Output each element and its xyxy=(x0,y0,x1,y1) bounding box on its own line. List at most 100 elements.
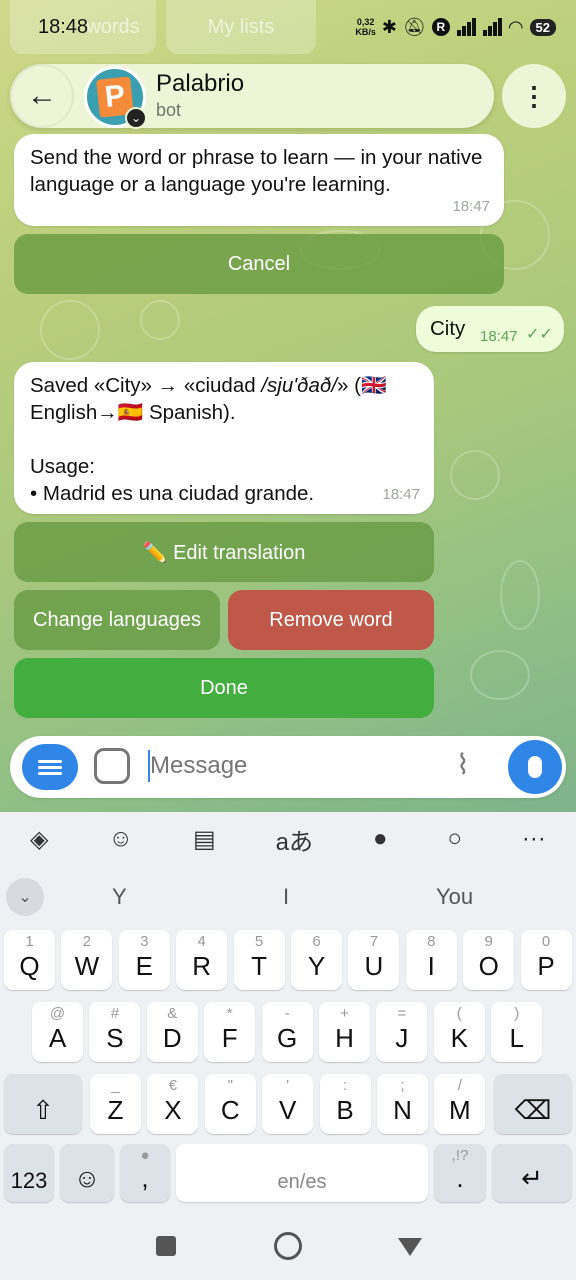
doodle xyxy=(40,300,100,360)
keyboard-mic-icon[interactable]: ● xyxy=(373,825,388,853)
usage-label: Usage: xyxy=(30,455,95,478)
key-label: O xyxy=(478,951,499,981)
back-button[interactable]: ← xyxy=(10,64,74,128)
enter-key[interactable]: ↵ xyxy=(492,1144,572,1202)
key-label: Q xyxy=(19,951,40,981)
key-alt-label: # xyxy=(110,1005,120,1022)
letter-key[interactable]: 4R xyxy=(176,930,228,990)
period-key[interactable]: ,!?. xyxy=(434,1144,486,1202)
translate-icon[interactable]: aあ xyxy=(276,822,313,857)
key-label: M xyxy=(449,1095,471,1125)
change-languages-button[interactable]: Change languages xyxy=(14,590,220,650)
backspace-key[interactable]: ⌫ xyxy=(494,1074,572,1134)
letter-key[interactable]: " C xyxy=(204,1074,256,1134)
key-alt-label: ( xyxy=(456,1005,462,1022)
letter-key[interactable]: (K xyxy=(433,1002,485,1062)
bot-menu-button[interactable] xyxy=(22,744,78,790)
collapse-suggestions-icon[interactable]: ⌄ xyxy=(6,878,44,916)
message-input[interactable] xyxy=(150,748,440,784)
remove-word-button[interactable]: Remove word xyxy=(228,590,434,650)
avatar[interactable]: P ⌄ xyxy=(84,66,147,129)
comma-key[interactable]: ●, xyxy=(120,1144,170,1202)
enter-icon: ↵ xyxy=(521,1163,543,1193)
key-alt-label: * xyxy=(226,1005,233,1022)
letter-key[interactable]: -G xyxy=(261,1002,313,1062)
recents-button[interactable] xyxy=(156,1236,176,1256)
message-text: Saved «City» → «ciudad xyxy=(30,374,262,397)
suggestion[interactable]: Y xyxy=(112,884,127,910)
suggestion[interactable]: I xyxy=(283,884,289,910)
sticker-icon[interactable] xyxy=(94,748,130,784)
back-arrow-icon: ← xyxy=(27,79,57,112)
sticker-sparkle-icon[interactable]: ☺ xyxy=(108,825,133,853)
letter-key[interactable]: 3E xyxy=(118,930,170,990)
key-label: C xyxy=(220,1095,240,1125)
message-bubble-incoming[interactable]: Saved «City» → «ciudad /sju'ðað/» (🇬🇧 En… xyxy=(14,362,434,514)
bot-subtitle: bot xyxy=(156,100,182,120)
key-alt-label: 2 xyxy=(82,933,92,950)
letter-key[interactable]: @ A xyxy=(32,1002,83,1062)
letter-key[interactable]: # S xyxy=(89,1002,141,1062)
key-alt-label: - xyxy=(284,1005,290,1022)
period-key-label: . xyxy=(456,1163,464,1193)
letter-key[interactable]: * F xyxy=(204,1002,256,1062)
battery-level: 52 xyxy=(529,18,556,36)
space-key-label: en/es xyxy=(277,1171,327,1193)
key-alt-label: @ xyxy=(49,1005,66,1022)
key-alt-label: = xyxy=(397,1005,407,1022)
doodle xyxy=(470,650,530,700)
letter-key[interactable]: € X xyxy=(147,1074,199,1134)
key-label: Y xyxy=(307,951,326,981)
letter-key[interactable]: :B xyxy=(319,1074,371,1134)
chevron-down-icon: ⌄ xyxy=(125,107,147,129)
attach-icon[interactable]: ⌇ xyxy=(456,748,470,781)
letter-key[interactable]: 6Y xyxy=(291,930,342,990)
space-key[interactable]: en/es xyxy=(176,1144,428,1202)
letter-key[interactable]: = J xyxy=(376,1002,428,1062)
done-button[interactable]: Done xyxy=(14,658,434,718)
more-icon[interactable]: ··· xyxy=(522,825,546,853)
key-alt-label: " xyxy=(227,1077,233,1094)
chat-header[interactable] xyxy=(10,64,494,128)
suggestion[interactable]: You xyxy=(436,884,473,910)
letter-key[interactable]: 2W xyxy=(61,930,113,990)
doodle xyxy=(140,300,180,340)
letter-key[interactable]: ' V xyxy=(262,1074,314,1134)
letter-key[interactable]: 1Q xyxy=(4,930,55,990)
key-alt-label: / xyxy=(457,1077,462,1094)
emoji-key[interactable]: ☺ xyxy=(60,1144,114,1202)
home-button[interactable] xyxy=(274,1232,302,1260)
letter-key[interactable]: / M xyxy=(434,1074,486,1134)
back-nav-button[interactable] xyxy=(398,1238,422,1256)
message-time: 18:47 xyxy=(382,486,420,503)
shift-key[interactable]: ⇧ xyxy=(4,1074,82,1134)
more-menu-button[interactable]: ⋮ xyxy=(502,64,566,128)
letter-key[interactable]: 8I xyxy=(405,930,457,990)
letter-key[interactable]: 7U xyxy=(348,930,400,990)
letter-key[interactable]: 0P xyxy=(520,930,572,990)
message-text: » (🇬🇧 xyxy=(337,374,387,397)
cancel-button[interactable]: Cancel xyxy=(14,234,504,294)
clipboard-icon[interactable]: ▤ xyxy=(193,825,216,854)
keyboard-search-icon[interactable]: ○ xyxy=(447,825,462,853)
copilot-icon[interactable]: ◈ xyxy=(30,825,48,854)
letter-key[interactable]: + H xyxy=(319,1002,370,1062)
wifi-icon: ◠ xyxy=(507,16,524,37)
key-alt-label: 4 xyxy=(197,933,206,950)
message-bubble-incoming[interactable]: Send the word or phrase to learn — in yo… xyxy=(14,134,504,226)
letter-key[interactable]: 5T xyxy=(233,930,285,990)
voice-record-button[interactable] xyxy=(508,740,562,794)
letter-key[interactable]: ) L xyxy=(491,1002,543,1062)
letter-key[interactable]: 9O xyxy=(463,930,515,990)
letter-key[interactable]: & D xyxy=(146,1002,198,1062)
edit-translation-button[interactable]: ✏️ Edit translation xyxy=(14,522,434,582)
numbers-key[interactable]: 123 xyxy=(4,1144,54,1202)
letter-key[interactable]: ; N xyxy=(377,1074,428,1134)
letter-key[interactable]: _ Z xyxy=(90,1074,141,1134)
key-label: R xyxy=(192,951,212,981)
mic-small-icon: ● xyxy=(140,1147,150,1164)
backspace-icon: ⌫ xyxy=(514,1095,552,1125)
message-bubble-outgoing[interactable]: City 18:47 ✓✓ xyxy=(416,306,564,352)
key-alt-label: 6 xyxy=(312,933,321,950)
key-label: E xyxy=(135,951,153,981)
